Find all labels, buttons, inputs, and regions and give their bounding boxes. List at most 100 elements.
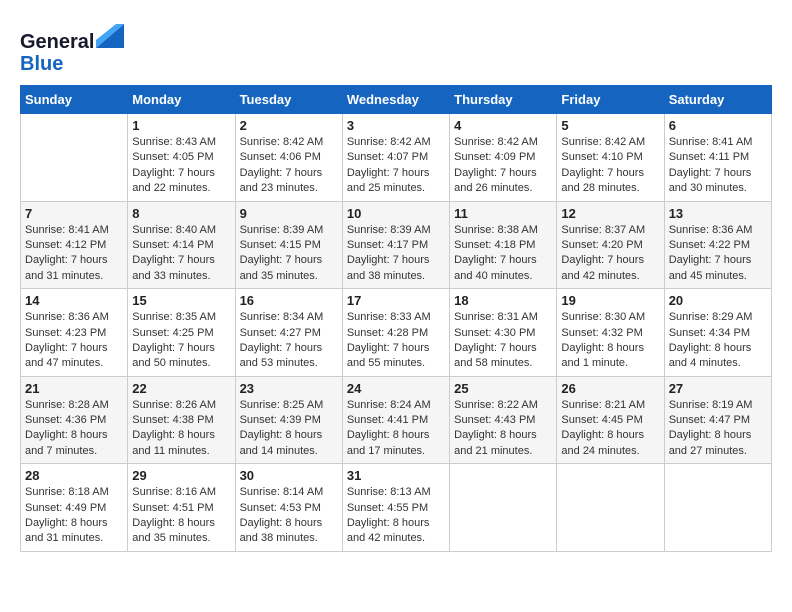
day-number: 30 (240, 468, 338, 483)
day-info: Sunrise: 8:43 AMSunset: 4:05 PMDaylight:… (132, 135, 230, 197)
day-info: Sunrise: 8:24 AMSunset: 4:41 PMDaylight:… (347, 398, 445, 460)
calendar-day-cell: 21 Sunrise: 8:28 AMSunset: 4:36 PMDayligh… (21, 376, 128, 464)
day-number: 4 (454, 118, 552, 133)
day-number: 12 (561, 206, 659, 221)
calendar-day-cell: 14Sunrise: 8:36 AMSunset: 4:23 PMDayligh… (21, 289, 128, 377)
day-number: 17 (347, 293, 445, 308)
day-info: Sunrise: 8:40 AMSunset: 4:14 PMDaylight:… (132, 223, 230, 285)
day-number: 26 (561, 381, 659, 396)
calendar-day-cell (21, 114, 128, 202)
page-header: General Blue (20, 20, 772, 75)
day-info: Sunrise: 8:42 AMSunset: 4:06 PMDaylight:… (240, 135, 338, 197)
calendar-day-cell: 2 Sunrise: 8:42 AMSunset: 4:06 PMDaylight… (235, 114, 342, 202)
calendar-body: 1 Sunrise: 8:43 AMSunset: 4:05 PMDaylight… (21, 114, 772, 552)
day-number: 18 (454, 293, 552, 308)
day-info: Sunrise: 8:16 AMSunset: 4:51 PMDaylight:… (132, 485, 230, 547)
day-info: Sunrise: 8:38 AMSunset: 4:18 PMDaylight:… (454, 223, 552, 285)
day-number: 5 (561, 118, 659, 133)
day-number: 3 (347, 118, 445, 133)
day-number: 24 (347, 381, 445, 396)
day-number: 19 (561, 293, 659, 308)
logo-general: General (20, 31, 94, 53)
day-number: 16 (240, 293, 338, 308)
calendar-day-cell: 24 Sunrise: 8:24 AMSunset: 4:41 PMDayligh… (342, 376, 449, 464)
weekday-header-cell: Wednesday (342, 86, 449, 114)
day-number: 14 (25, 293, 123, 308)
day-number: 6 (669, 118, 767, 133)
calendar-day-cell: 31Sunrise: 8:13 AMSunset: 4:55 PMDayligh… (342, 464, 449, 552)
weekday-header-row: SundayMondayTuesdayWednesdayThursdayFrid… (21, 86, 772, 114)
day-info: Sunrise: 8:41 AMSunset: 4:12 PMDaylight:… (25, 223, 123, 285)
day-info: Sunrise: 8:42 AMSunset: 4:10 PMDaylight:… (561, 135, 659, 197)
day-info: Sunrise: 8:18 AMSunset: 4:49 PMDaylight:… (25, 485, 123, 547)
day-number: 7 (25, 206, 123, 221)
day-number: 10 (347, 206, 445, 221)
calendar-day-cell: 29Sunrise: 8:16 AMSunset: 4:51 PMDayligh… (128, 464, 235, 552)
day-info: Sunrise: 8:39 AMSunset: 4:17 PMDaylight:… (347, 223, 445, 285)
logo-blue: Blue (20, 53, 63, 75)
day-number: 1 (132, 118, 230, 133)
calendar-day-cell: 1 Sunrise: 8:43 AMSunset: 4:05 PMDaylight… (128, 114, 235, 202)
day-number: 28 (25, 468, 123, 483)
calendar-day-cell: 9 Sunrise: 8:39 AMSunset: 4:15 PMDaylight… (235, 201, 342, 289)
day-info: Sunrise: 8:41 AMSunset: 4:11 PMDaylight:… (669, 135, 767, 197)
calendar-day-cell: 13Sunrise: 8:36 AMSunset: 4:22 PMDayligh… (664, 201, 771, 289)
day-info: Sunrise: 8:34 AMSunset: 4:27 PMDaylight:… (240, 310, 338, 372)
day-info: Sunrise: 8:13 AMSunset: 4:55 PMDaylight:… (347, 485, 445, 547)
weekday-header-cell: Friday (557, 86, 664, 114)
day-number: 23 (240, 381, 338, 396)
calendar-week-row: 21 Sunrise: 8:28 AMSunset: 4:36 PMDayligh… (21, 376, 772, 464)
calendar-day-cell: 30 Sunrise: 8:14 AMSunset: 4:53 PMDayligh… (235, 464, 342, 552)
day-info: Sunrise: 8:25 AMSunset: 4:39 PMDaylight:… (240, 398, 338, 460)
day-info: Sunrise: 8:29 AMSunset: 4:34 PMDaylight:… (669, 310, 767, 372)
calendar-day-cell: 7 Sunrise: 8:41 AMSunset: 4:12 PMDaylight… (21, 201, 128, 289)
day-info: Sunrise: 8:42 AMSunset: 4:07 PMDaylight:… (347, 135, 445, 197)
logo-icon (96, 20, 124, 48)
calendar-day-cell: 3 Sunrise: 8:42 AMSunset: 4:07 PMDaylight… (342, 114, 449, 202)
day-info: Sunrise: 8:19 AMSunset: 4:47 PMDaylight:… (669, 398, 767, 460)
day-number: 22 (132, 381, 230, 396)
calendar-day-cell: 20 Sunrise: 8:29 AMSunset: 4:34 PMDayligh… (664, 289, 771, 377)
calendar-day-cell: 18 Sunrise: 8:31 AMSunset: 4:30 PMDayligh… (450, 289, 557, 377)
day-info: Sunrise: 8:21 AMSunset: 4:45 PMDaylight:… (561, 398, 659, 460)
day-number: 9 (240, 206, 338, 221)
calendar-table: SundayMondayTuesdayWednesdayThursdayFrid… (20, 85, 772, 552)
day-info: Sunrise: 8:37 AMSunset: 4:20 PMDaylight:… (561, 223, 659, 285)
calendar-week-row: 1 Sunrise: 8:43 AMSunset: 4:05 PMDaylight… (21, 114, 772, 202)
calendar-day-cell: 12 Sunrise: 8:37 AMSunset: 4:20 PMDayligh… (557, 201, 664, 289)
calendar-day-cell: 6 Sunrise: 8:41 AMSunset: 4:11 PMDaylight… (664, 114, 771, 202)
day-number: 11 (454, 206, 552, 221)
day-number: 8 (132, 206, 230, 221)
day-info: Sunrise: 8:35 AMSunset: 4:25 PMDaylight:… (132, 310, 230, 372)
calendar-week-row: 28 Sunrise: 8:18 AMSunset: 4:49 PMDayligh… (21, 464, 772, 552)
weekday-header-cell: Monday (128, 86, 235, 114)
calendar-day-cell: 23 Sunrise: 8:25 AMSunset: 4:39 PMDayligh… (235, 376, 342, 464)
day-number: 13 (669, 206, 767, 221)
day-number: 2 (240, 118, 338, 133)
calendar-day-cell: 25 Sunrise: 8:22 AMSunset: 4:43 PMDayligh… (450, 376, 557, 464)
calendar-day-cell: 15 Sunrise: 8:35 AMSunset: 4:25 PMDayligh… (128, 289, 235, 377)
calendar-day-cell: 28 Sunrise: 8:18 AMSunset: 4:49 PMDayligh… (21, 464, 128, 552)
calendar-day-cell: 27Sunrise: 8:19 AMSunset: 4:47 PMDayligh… (664, 376, 771, 464)
weekday-header-cell: Saturday (664, 86, 771, 114)
calendar-day-cell (664, 464, 771, 552)
day-number: 20 (669, 293, 767, 308)
day-info: Sunrise: 8:31 AMSunset: 4:30 PMDaylight:… (454, 310, 552, 372)
calendar-day-cell: 26 Sunrise: 8:21 AMSunset: 4:45 PMDayligh… (557, 376, 664, 464)
day-info: Sunrise: 8:30 AMSunset: 4:32 PMDaylight:… (561, 310, 659, 372)
day-number: 15 (132, 293, 230, 308)
calendar-week-row: 7 Sunrise: 8:41 AMSunset: 4:12 PMDaylight… (21, 201, 772, 289)
calendar-day-cell: 16 Sunrise: 8:34 AMSunset: 4:27 PMDayligh… (235, 289, 342, 377)
day-number: 25 (454, 381, 552, 396)
day-number: 21 (25, 381, 123, 396)
day-info: Sunrise: 8:39 AMSunset: 4:15 PMDaylight:… (240, 223, 338, 285)
logo: General Blue (20, 20, 124, 75)
day-info: Sunrise: 8:22 AMSunset: 4:43 PMDaylight:… (454, 398, 552, 460)
day-info: Sunrise: 8:28 AMSunset: 4:36 PMDaylight:… (25, 398, 123, 460)
weekday-header-cell: Thursday (450, 86, 557, 114)
calendar-week-row: 14Sunrise: 8:36 AMSunset: 4:23 PMDayligh… (21, 289, 772, 377)
day-info: Sunrise: 8:14 AMSunset: 4:53 PMDaylight:… (240, 485, 338, 547)
calendar-day-cell: 17Sunrise: 8:33 AMSunset: 4:28 PMDayligh… (342, 289, 449, 377)
calendar-day-cell: 11 Sunrise: 8:38 AMSunset: 4:18 PMDayligh… (450, 201, 557, 289)
calendar-day-cell: 4Sunrise: 8:42 AMSunset: 4:09 PMDaylight… (450, 114, 557, 202)
